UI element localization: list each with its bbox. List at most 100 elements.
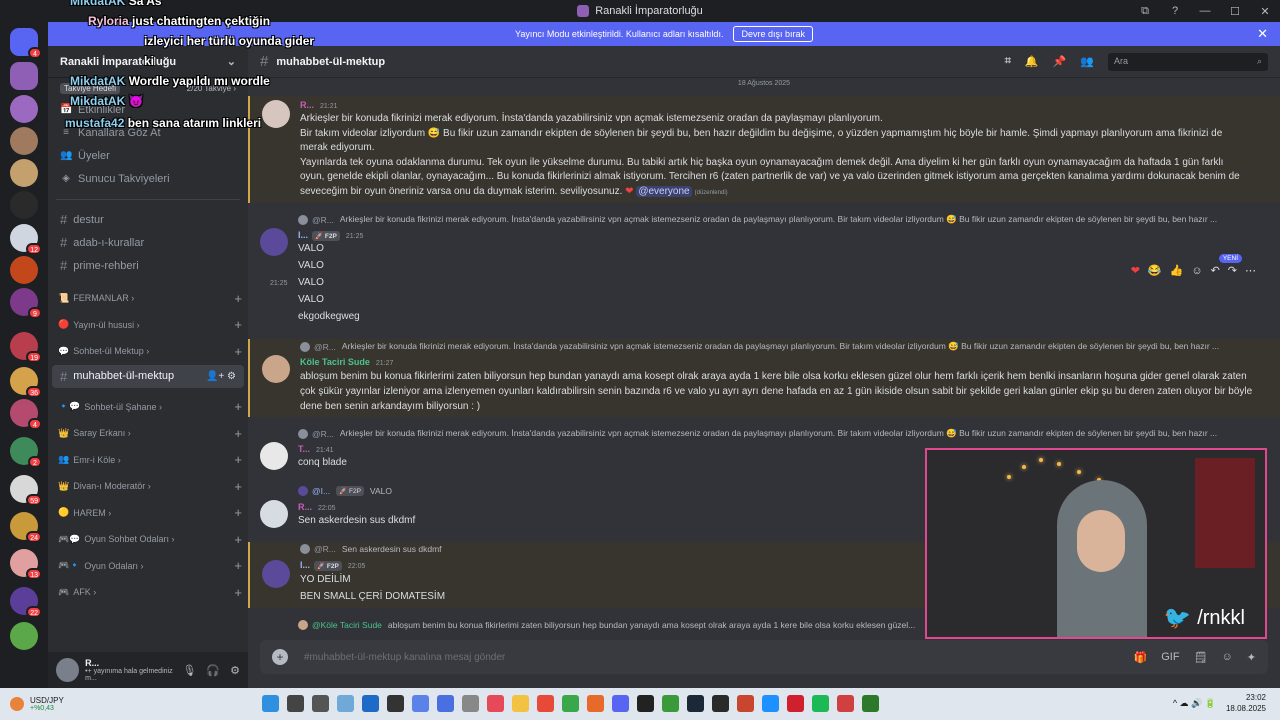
add-channel-icon[interactable]: +	[234, 505, 242, 520]
reply-preview[interactable]: @R... Arkieşler bir konuda fikrinizi mera…	[300, 341, 1255, 352]
category-afk[interactable]: 🎮 AFK › +	[48, 579, 248, 606]
server-icon[interactable]: 36	[10, 367, 42, 398]
server-icon[interactable]	[10, 95, 38, 123]
app-icon[interactable]	[787, 695, 804, 712]
reply-preview[interactable]: @R... Arkieşler bir konuda fikrinizi mera…	[298, 428, 1253, 439]
channel-muhabbet-ul-mektup[interactable]: # muhabbet-ül-mektup 👤+ ⚙	[52, 364, 244, 388]
category-emr-i-kole[interactable]: 👥 Emr-i Köle › +	[48, 447, 248, 474]
help-icon[interactable]: ?	[1160, 5, 1190, 17]
app-icon[interactable]	[862, 695, 879, 712]
chevron-down-icon[interactable]: ⌄	[227, 55, 236, 68]
gift-icon[interactable]: 🎁	[1134, 651, 1148, 664]
category-yayin[interactable]: 🔴 Yayın-ül hususi › +	[48, 312, 248, 339]
add-channel-icon[interactable]: +	[234, 479, 242, 494]
stock-widget[interactable]: USD/JPY +%0,43	[10, 696, 64, 712]
message[interactable]: R... 21:21 Arkieşler bir konuda fikrinizi…	[248, 96, 1280, 203]
gear-icon[interactable]: ⚙	[230, 664, 240, 677]
discord-icon[interactable]	[612, 695, 629, 712]
threads-icon[interactable]: ⌗	[1005, 55, 1011, 68]
server-icon[interactable]	[10, 159, 38, 187]
reply-icon[interactable]: ↶	[1211, 264, 1220, 277]
emoji-icon[interactable]: ☺	[1222, 651, 1233, 664]
server-icon[interactable]: 59	[10, 475, 42, 506]
app-icon[interactable]	[637, 695, 654, 712]
steam-icon[interactable]	[687, 695, 704, 712]
message[interactable]: @R... Arkieşler bir konuda fikrinizi mera…	[248, 212, 1280, 332]
server-icon[interactable]: 24	[10, 512, 42, 543]
more-icon[interactable]: ⋯	[1245, 264, 1256, 277]
avatar[interactable]	[262, 355, 290, 383]
add-channel-icon[interactable]: +	[234, 532, 242, 547]
disable-streamer-mode-button[interactable]: Devre dışı bırak	[733, 26, 813, 42]
epic-games-icon[interactable]	[712, 695, 729, 712]
heart-reaction-icon[interactable]: ❤	[1131, 264, 1140, 277]
add-channel-icon[interactable]: +	[234, 344, 242, 359]
sticker-icon[interactable]: 🗒	[1194, 651, 1208, 664]
discord-home-icon[interactable]: 4	[10, 28, 42, 59]
server-icon[interactable]: 19	[10, 332, 42, 363]
category-saray-erkani[interactable]: 👑 Saray Erkanı › +	[48, 420, 248, 447]
message-author[interactable]: Köle Taciri Sude 21:27	[300, 357, 393, 367]
category-fermanlar[interactable]: 📜 FERMANLAR › +	[48, 285, 248, 312]
close-icon[interactable]: ✕	[1257, 26, 1268, 42]
message-input[interactable]: #muhabbet-ül-mektup kanalına mesaj gönde…	[304, 652, 505, 663]
message-author[interactable]: R... 22:05	[298, 502, 336, 512]
app-icon[interactable]	[437, 695, 454, 712]
maximize-button[interactable]: ☐	[1220, 5, 1250, 18]
add-channel-icon[interactable]: +	[234, 399, 242, 414]
avatar[interactable]	[260, 500, 288, 528]
category-sohbet-ul-sahane[interactable]: 🔹💬 Sohbet-ül Şahane › +	[48, 394, 248, 421]
server-icon[interactable]: 22	[10, 587, 42, 618]
message-composer[interactable]: + #muhabbet-ül-mektup kanalına mesaj gön…	[260, 640, 1268, 674]
add-channel-icon[interactable]: +	[234, 426, 242, 441]
forward-icon[interactable]: ↷	[1228, 264, 1237, 277]
avatar[interactable]	[260, 442, 288, 470]
apps-icon[interactable]: ✦	[1247, 651, 1256, 664]
avatar[interactable]	[262, 100, 290, 128]
search-icon[interactable]	[287, 695, 304, 712]
nav-members[interactable]: 👥 Üyeler	[48, 144, 248, 167]
category-oyun-sohbet[interactable]: 🎮💬 Oyun Sohbet Odaları › +	[48, 526, 248, 553]
add-channel-icon[interactable]: +	[234, 585, 242, 600]
laugh-reaction-icon[interactable]: 😂	[1148, 264, 1162, 277]
message[interactable]: @R... Arkieşler bir konuda fikrinizi mera…	[248, 339, 1280, 417]
gif-icon[interactable]: GIF	[1161, 651, 1179, 664]
copilot-icon[interactable]	[412, 695, 429, 712]
add-channel-icon[interactable]: +	[234, 317, 242, 332]
reply-preview[interactable]: @R... Arkieşler bir konuda fikrinizi mera…	[298, 214, 1253, 225]
thumbs-up-reaction-icon[interactable]: 👍	[1170, 264, 1184, 277]
category-sohbet-ul-mektup[interactable]: 💬 Sohbet-ül Mektup › +	[48, 338, 248, 365]
windows-start-icon[interactable]	[262, 695, 279, 712]
minimize-button[interactable]: —	[1190, 5, 1220, 17]
channel-adab[interactable]: # adab-ı-kurallar	[52, 231, 244, 254]
headphones-icon[interactable]: 🎧	[206, 664, 220, 677]
server-icon[interactable]	[10, 127, 38, 155]
invite-settings-icons[interactable]: 👤+ ⚙	[206, 371, 236, 382]
avatar[interactable]	[56, 658, 80, 682]
avatar[interactable]	[262, 560, 290, 588]
close-button[interactable]: ✕	[1250, 5, 1280, 18]
app-icon[interactable]	[837, 695, 854, 712]
avatar[interactable]	[260, 228, 288, 256]
chrome-icon[interactable]	[562, 695, 579, 712]
microphone-icon[interactable]: 🎙	[182, 664, 196, 677]
category-harem[interactable]: 🟡 HAREM › +	[48, 500, 248, 527]
server-icon-ranakli[interactable]	[10, 62, 38, 90]
file-explorer-icon[interactable]	[512, 695, 529, 712]
app-icon[interactable]	[387, 695, 404, 712]
app-icon[interactable]	[487, 695, 504, 712]
tray-icons[interactable]: ^ ☁ 🔊 🔋	[1173, 698, 1216, 709]
task-view-icon[interactable]	[312, 695, 329, 712]
app-icon[interactable]	[537, 695, 554, 712]
members-icon[interactable]: 👥	[1080, 55, 1094, 68]
bell-icon[interactable]: 🔔	[1025, 55, 1039, 68]
attach-button[interactable]: +	[272, 649, 288, 665]
app-icon[interactable]	[762, 695, 779, 712]
message-author[interactable]: T... 21:41	[298, 444, 334, 454]
pin-icon[interactable]: 📌	[1053, 55, 1067, 68]
server-icon[interactable]: 4	[10, 399, 42, 430]
settings-icon[interactable]	[462, 695, 479, 712]
server-icon[interactable]	[10, 191, 38, 219]
message-author[interactable]: I... 🚀 F2P 22:05	[300, 560, 365, 571]
add-channel-icon[interactable]: +	[234, 291, 242, 306]
